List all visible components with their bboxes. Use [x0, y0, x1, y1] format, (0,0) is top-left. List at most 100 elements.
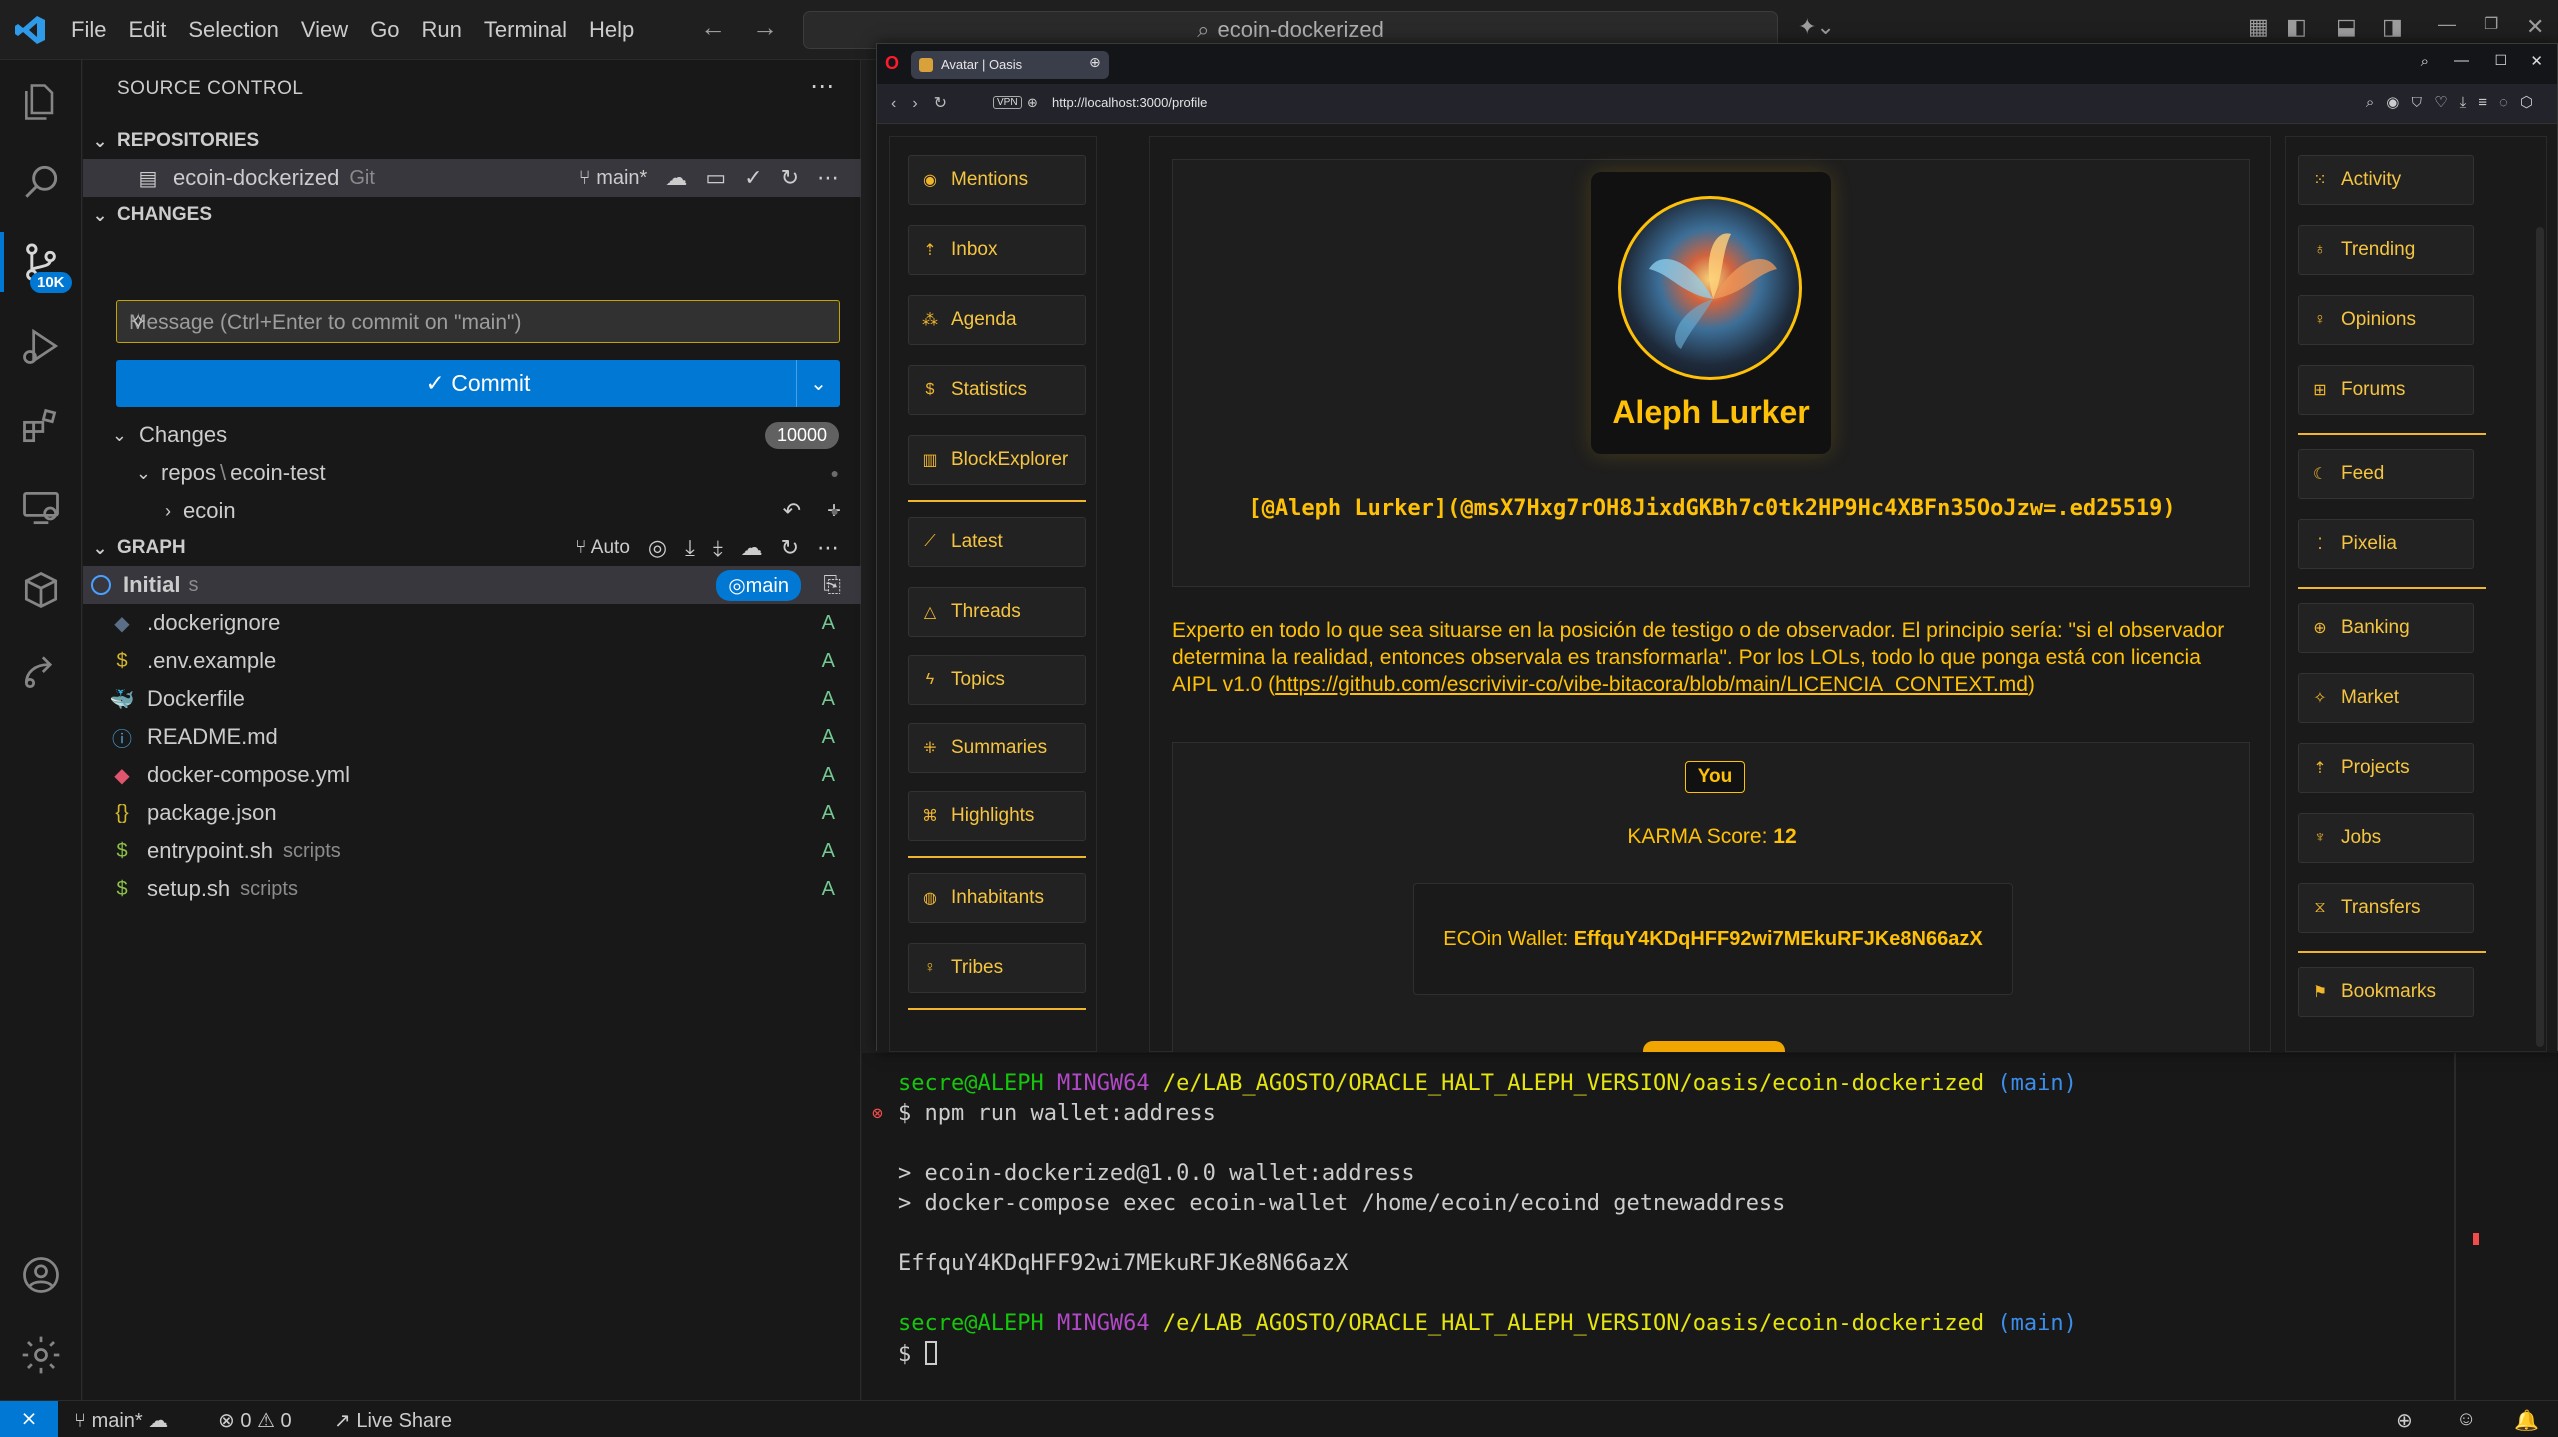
- menu-go[interactable]: Go: [359, 17, 410, 43]
- new-tab-icon[interactable]: ⊕: [1089, 54, 1101, 71]
- accounts-icon[interactable]: [0, 1235, 82, 1315]
- back-arrow-icon[interactable]: ←: [700, 12, 752, 42]
- nav-agenda[interactable]: ⁂ Agenda: [908, 295, 1086, 345]
- commit-dropdown-chevron-icon[interactable]: ⌄: [796, 360, 840, 407]
- changes-group-row[interactable]: ⌄ Changes 10000: [83, 416, 861, 454]
- nav-market[interactable]: ✧ Market: [2298, 673, 2474, 723]
- nav-latest[interactable]: ⟋ Latest: [908, 517, 1086, 567]
- refresh-icon[interactable]: ↻: [781, 165, 799, 191]
- nav-threads[interactable]: △ Threads: [908, 587, 1086, 637]
- graph-auto-toggle[interactable]: ⑂ Auto: [575, 537, 630, 559]
- menu-file[interactable]: File: [60, 17, 117, 43]
- nav-banking[interactable]: ⊕ Banking: [2298, 603, 2474, 653]
- nav-projects[interactable]: ⇡ Projects: [2298, 743, 2474, 793]
- nav-transfers[interactable]: ⧖ Transfers: [2298, 883, 2474, 933]
- page-scrollbar[interactable]: [2536, 227, 2544, 1047]
- changes-header[interactable]: ⌄ CHANGES: [83, 197, 861, 233]
- action-button-partial[interactable]: [1643, 1041, 1785, 1052]
- browser-maximize-icon[interactable]: ☐: [2494, 52, 2507, 69]
- menu-edit[interactable]: Edit: [117, 17, 177, 43]
- bio-license-link[interactable]: https://github.com/escrivivir-co/vibe-bi…: [1275, 673, 2028, 696]
- cloud-upload-icon[interactable]: ☁: [665, 165, 687, 191]
- minimize-icon[interactable]: —: [2438, 14, 2456, 35]
- more-icon[interactable]: ⋯: [817, 165, 839, 191]
- nav-topics[interactable]: ϟ Topics: [908, 655, 1086, 705]
- run-debug-icon[interactable]: [0, 306, 82, 386]
- explorer-icon[interactable]: [0, 62, 82, 142]
- menu-terminal[interactable]: Terminal: [473, 17, 578, 43]
- extensions-icon[interactable]: [0, 386, 82, 466]
- graph-commit-row[interactable]: Initial s ◎main ⎘: [83, 566, 861, 604]
- open-changes-icon[interactable]: ⎘: [823, 572, 841, 598]
- push-cloud-icon[interactable]: ☁: [741, 535, 763, 561]
- file-row[interactable]: {} package.json A: [83, 794, 861, 832]
- nav-tribes[interactable]: ♀ Tribes: [908, 943, 1086, 993]
- problems-status[interactable]: ⊗ 0 ⚠ 0: [218, 1408, 292, 1433]
- nav-feed[interactable]: ☾ Feed: [2298, 449, 2474, 499]
- browser-close-icon[interactable]: ✕: [2530, 52, 2543, 70]
- live-share-status[interactable]: ↗ Live Share: [334, 1408, 452, 1433]
- more-icon[interactable]: ⋯: [817, 535, 839, 561]
- nav-inbox[interactable]: ⇡ Inbox: [908, 225, 1086, 275]
- site-info-icon[interactable]: ⊕: [1027, 95, 1038, 111]
- target-icon[interactable]: ◎: [648, 535, 667, 561]
- browser-tab[interactable]: Avatar | Oasis: [911, 51, 1109, 79]
- error-decoration-icon[interactable]: ⊗: [872, 1103, 883, 1124]
- repositories-header[interactable]: ⌄ REPOSITORIES: [83, 123, 861, 159]
- remote-explorer-icon[interactable]: [0, 468, 82, 548]
- menu-selection[interactable]: Selection: [177, 17, 290, 43]
- nav-activity[interactable]: ⁙ Activity: [2298, 155, 2474, 205]
- discard-changes-icon[interactable]: ↶: [783, 498, 801, 524]
- file-row[interactable]: $ entrypoint.sh scripts A: [83, 832, 861, 870]
- notifications-bell-icon[interactable]: 🔔: [2514, 1408, 2539, 1433]
- settings-gear-icon[interactable]: [0, 1315, 82, 1395]
- commit-comment-icon[interactable]: ▭: [705, 165, 726, 191]
- commit-button[interactable]: ✓ Commit ⌄: [116, 360, 840, 407]
- file-row[interactable]: ◆ .dockerignore A: [83, 604, 861, 642]
- copilot-icon[interactable]: ✦⌄: [1798, 14, 1835, 40]
- refresh-icon[interactable]: ↻: [781, 535, 799, 561]
- terminal-input-line[interactable]: $: [898, 1341, 937, 1367]
- nav-statistics[interactable]: $ Statistics: [908, 365, 1086, 415]
- wallet-address[interactable]: EffquY4KDqHFF92wi7MEkuRFJKe8N66azX: [1574, 928, 1983, 950]
- source-control-icon[interactable]: 10K: [0, 222, 82, 302]
- nav-bookmarks[interactable]: ⚑ Bookmarks: [2298, 967, 2474, 1017]
- nav-jobs[interactable]: ♆ Jobs: [2298, 813, 2474, 863]
- terminal-panel[interactable]: secre@ALEPH MINGW64 /e/LAB_AGOSTO/ORACLE…: [862, 1053, 2558, 1400]
- url-field[interactable]: http://localhost:3000/profile: [1052, 95, 1207, 110]
- nav-inhabitants[interactable]: ◍ Inhabitants: [908, 873, 1086, 923]
- file-row[interactable]: ◆ docker-compose.yml A: [83, 756, 861, 794]
- branch-indicator[interactable]: ⑂ main*: [579, 167, 648, 190]
- file-row[interactable]: ⓘ README.md A: [83, 718, 861, 756]
- zoom-icon[interactable]: ⊕: [2396, 1408, 2413, 1433]
- branch-status[interactable]: ⑂ main* ☁: [74, 1408, 168, 1433]
- browser-toolbar-icons[interactable]: ⌕◉⛉♡⤓≡◌⬡: [2366, 93, 2545, 111]
- browser-reload-icon[interactable]: ↻: [934, 95, 963, 112]
- nav-opinions[interactable]: ♀ Opinions: [2298, 295, 2474, 345]
- browser-back-icon[interactable]: ‹: [891, 95, 912, 112]
- commit-message-input[interactable]: Message (Ctrl+Enter to commit on "main")…: [116, 300, 840, 343]
- graph-header[interactable]: ⌄ GRAPH ⑂ Auto ◎ ⤓ ⤈ ☁ ↻ ⋯: [83, 530, 861, 566]
- fetch-icon[interactable]: ⤓: [685, 535, 695, 561]
- search-icon[interactable]: [0, 142, 82, 222]
- nav-summaries[interactable]: ⁜ Summaries: [908, 723, 1086, 773]
- browser-search-icon[interactable]: ⌕: [2421, 53, 2429, 70]
- browser-forward-icon[interactable]: ›: [912, 95, 933, 112]
- tree-folder-ecoin[interactable]: › ecoin ↶ + ●: [83, 492, 861, 530]
- repository-row[interactable]: ▤ ecoin-dockerized Git ⑂ main* ☁ ▭ ✓ ↻ ⋯: [83, 159, 861, 197]
- pull-icon[interactable]: ⤈: [713, 535, 723, 561]
- containers-icon[interactable]: [0, 550, 82, 630]
- close-icon[interactable]: ✕: [2526, 14, 2544, 40]
- toggle-secondary-sidebar-icon[interactable]: ◨: [2382, 14, 2403, 40]
- nav-mentions[interactable]: ◉ Mentions: [908, 155, 1086, 205]
- copilot-status-icon[interactable]: ☺: [2456, 1408, 2476, 1431]
- forward-arrow-icon[interactable]: →: [752, 12, 804, 42]
- remote-indicator-icon[interactable]: ⨯: [0, 1401, 58, 1437]
- nav-highlights[interactable]: ⌘ Highlights: [908, 791, 1086, 841]
- nav-blockexplorer[interactable]: ▥ BlockExplorer: [908, 435, 1086, 485]
- file-row[interactable]: $ .env.example A: [83, 642, 861, 680]
- toggle-sidebar-icon[interactable]: ◧: [2286, 14, 2307, 40]
- nav-forums[interactable]: ⊞ Forums: [2298, 365, 2474, 415]
- file-row[interactable]: 🐳 Dockerfile A: [83, 680, 861, 718]
- opera-logo-icon[interactable]: O: [885, 53, 899, 74]
